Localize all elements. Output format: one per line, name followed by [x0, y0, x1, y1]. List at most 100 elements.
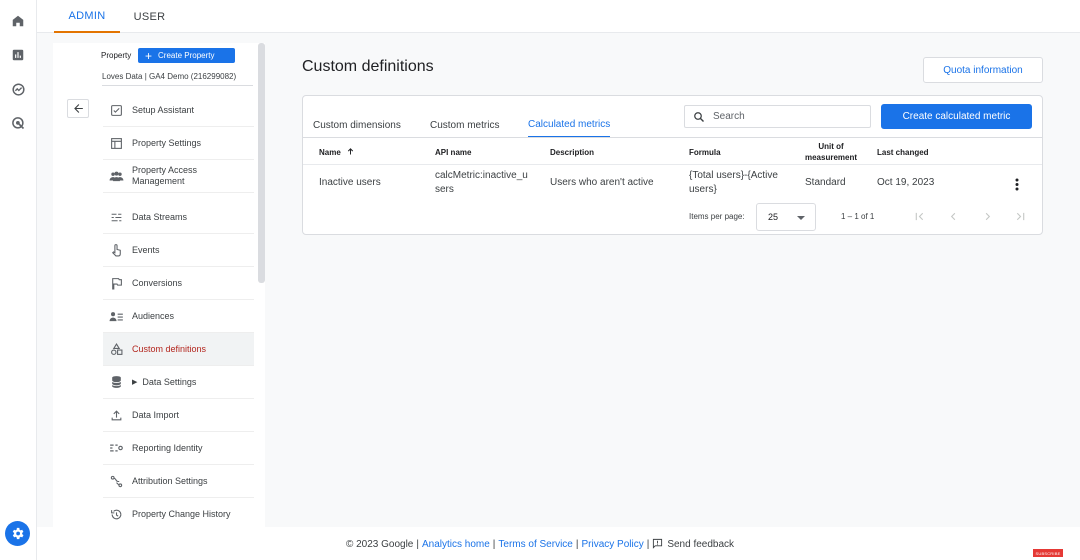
nav-audiences[interactable]: Audiences [103, 300, 254, 333]
cell-api-name: calcMetric:inactive_users [435, 170, 528, 195]
dropdown-caret-icon [797, 216, 805, 220]
database-icon [108, 374, 124, 390]
items-per-page-label: Items per page: [689, 212, 745, 221]
nav-custom-definitions[interactable]: Custom definitions [103, 333, 254, 366]
column-header-api-name[interactable]: API name [435, 147, 471, 158]
separator: | [416, 539, 419, 550]
cell-last-changed: Oct 19, 2023 [877, 177, 935, 188]
search-icon [693, 111, 705, 123]
quota-information-button[interactable]: Quota information [923, 57, 1043, 83]
nav-label: Data Streams [132, 211, 188, 222]
copyright: © 2023 Google [345, 539, 414, 550]
history-icon [108, 507, 124, 523]
separator: | [575, 539, 579, 550]
footer: © 2023 Google | Analytics home | Terms of Se… [0, 538, 1080, 550]
upload-icon [108, 407, 124, 423]
items-per-page-select[interactable]: 25 [756, 203, 816, 231]
people-icon [108, 168, 124, 184]
touch-icon [108, 242, 124, 258]
nav-label: Custom definitions [132, 343, 207, 354]
tab-calculated-metrics[interactable]: Calculated metrics [528, 112, 611, 138]
flag-icon [108, 275, 124, 291]
tab-user[interactable]: USER [127, 0, 172, 33]
column-header-last-changed[interactable]: Last changed [877, 147, 929, 158]
feedback-icon [653, 538, 663, 549]
nav-events[interactable]: Events [103, 234, 254, 267]
nav-label: Reporting Identity [132, 442, 203, 453]
nav-data-import[interactable]: Data Import [103, 399, 254, 432]
bar-chart-icon[interactable] [8, 45, 28, 65]
cell-description: Users who aren't active [550, 177, 654, 188]
analytics-home-link[interactable]: Analytics home [422, 539, 490, 550]
header-label: Name [319, 148, 341, 157]
terms-of-service-link[interactable]: Terms of Service [498, 539, 572, 550]
nav-label: Data Settings [142, 376, 197, 387]
nav-label: Setup Assistant [132, 104, 195, 115]
cell-unit: Standard [805, 177, 846, 188]
attribution-icon [108, 473, 124, 489]
audience-icon [108, 308, 124, 324]
nav-data-streams[interactable]: Data Streams [103, 201, 254, 234]
tab-admin[interactable]: ADMIN [54, 0, 120, 33]
send-feedback-label: Send feedback [667, 539, 735, 550]
nav-conversions[interactable]: Conversions [103, 267, 254, 300]
nav-property-access-management[interactable]: Property Access Management [103, 160, 254, 193]
search-input[interactable] [713, 111, 853, 122]
pagination-range: 1 – 1 of 1 [841, 212, 875, 221]
nav-data-settings[interactable]: ▶ Data Settings [103, 366, 254, 399]
nav-label: Property Settings [132, 137, 202, 148]
column-header-name[interactable]: Name [319, 147, 355, 158]
expand-arrow-icon[interactable]: ▶ [132, 378, 137, 386]
nav-label: Property Change History [132, 509, 231, 519]
nav-label: Events [132, 244, 160, 255]
privacy-policy-link[interactable]: Privacy Policy [581, 539, 643, 550]
create-property-label: Create Property [158, 51, 215, 60]
nav-property-change-history[interactable]: Property Change History [103, 498, 254, 531]
checkbox-icon [108, 102, 124, 118]
cell-formula: {Total users}-{Active users} [689, 170, 778, 195]
tab-custom-metrics[interactable]: Custom metrics [430, 112, 499, 138]
explore-icon[interactable] [8, 79, 28, 99]
nav-label: Attribution Settings [132, 475, 208, 486]
nav-setup-assistant[interactable]: Setup Assistant [103, 94, 254, 127]
separator: | [492, 539, 496, 550]
layout-icon [108, 135, 124, 151]
plus-icon: + [145, 48, 153, 63]
cell-name: Inactive users [319, 177, 381, 188]
column-header-formula[interactable]: Formula [689, 147, 721, 158]
last-page-icon[interactable] [1013, 209, 1027, 223]
side-nav-scrollbar[interactable] [258, 43, 265, 283]
divider [102, 85, 253, 86]
identity-icon [108, 440, 124, 456]
advertising-icon[interactable] [8, 113, 28, 133]
search-box[interactable] [684, 105, 871, 128]
first-page-icon[interactable] [912, 209, 926, 223]
nav-reporting-identity[interactable]: Reporting Identity [103, 432, 254, 465]
nav-label: Audiences [132, 310, 175, 321]
divider [303, 137, 1042, 138]
separator: | [646, 539, 650, 550]
column-header-unit[interactable]: Unit of measurement [802, 141, 860, 163]
left-rail [0, 0, 37, 560]
page-title: Custom definitions [302, 58, 434, 75]
back-arrow-icon[interactable] [67, 99, 89, 118]
column-header-description[interactable]: Description [550, 147, 594, 158]
send-feedback-button[interactable]: Send feedback [652, 538, 735, 550]
nav-label: Conversions [132, 277, 183, 288]
create-property-button[interactable]: + Create Property [138, 48, 235, 63]
nav-label: Data Import [132, 409, 180, 420]
tab-custom-dimensions[interactable]: Custom dimensions [313, 112, 401, 138]
nav-label: Property Access Management [132, 165, 198, 186]
nav-property-settings[interactable]: Property Settings [103, 127, 254, 160]
home-icon[interactable] [8, 11, 28, 31]
property-name[interactable]: Loves Data | GA4 Demo (216299082) [102, 72, 236, 81]
more-vert-icon[interactable] [1011, 176, 1023, 192]
create-calculated-metric-button[interactable]: Create calculated metric [881, 104, 1032, 129]
property-label: Property [101, 51, 132, 60]
next-page-icon[interactable] [980, 209, 994, 223]
previous-page-icon[interactable] [946, 209, 960, 223]
streams-icon [108, 209, 124, 225]
sort-arrow-up-icon [347, 148, 354, 155]
subscribe-badge[interactable]: SUBSCRIBE [1033, 549, 1063, 557]
nav-attribution-settings[interactable]: Attribution Settings [103, 465, 254, 498]
